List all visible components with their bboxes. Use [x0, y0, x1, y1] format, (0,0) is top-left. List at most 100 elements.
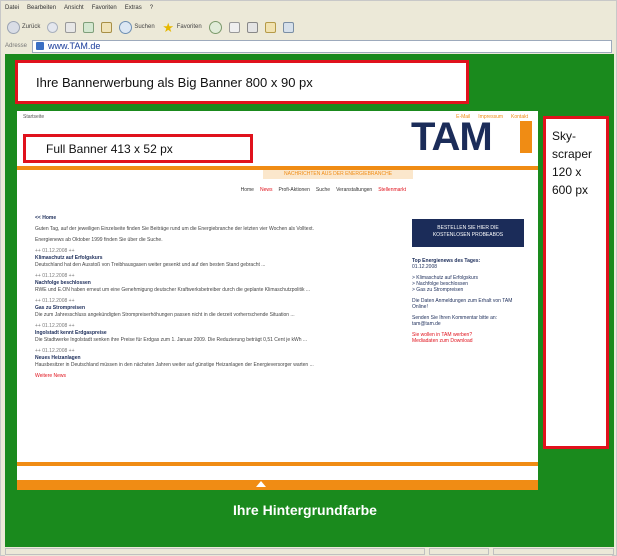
- site-nav: Home News Profi-Aktionen Suche Veranstal…: [17, 187, 538, 195]
- printer-icon: [246, 21, 258, 33]
- news-text: Die zum Jahresschluss angekündigten Stro…: [35, 312, 295, 318]
- news-date: ++ 01.12.2008 ++: [35, 298, 75, 304]
- favorites-label: Favoriten: [176, 24, 202, 30]
- page-footer-bar: [17, 462, 538, 466]
- big-banner-text: Ihre Bannerwerbung als Big Banner 800 x …: [36, 74, 313, 90]
- menu-extras[interactable]: Extras: [125, 5, 142, 11]
- discuss-icon: [282, 21, 294, 33]
- nav-suche[interactable]: Suche: [316, 187, 330, 195]
- advertise-cta[interactable]: Sie wollen in TAM werben? Mediadaten zum…: [412, 332, 527, 344]
- address-url: www.TAM.de: [48, 41, 101, 51]
- nav-home[interactable]: Home: [241, 187, 254, 195]
- back-home-link[interactable]: << Home: [35, 215, 397, 222]
- news-title[interactable]: Gas zu Strompreisen: [35, 305, 397, 312]
- back-button[interactable]: Zurück: [5, 18, 42, 36]
- menu-ansicht[interactable]: Ansicht: [64, 5, 84, 11]
- news-item[interactable]: ++ 01.12.2008 ++ Klimaschutz auf Erfolgs…: [35, 248, 397, 269]
- page-viewport: Ihre Bannerwerbung als Big Banner 800 x …: [5, 54, 614, 547]
- arrow-up-icon: [256, 481, 266, 487]
- intro-text: Guten Tag, auf der jeweiligen Einzelseit…: [35, 226, 314, 232]
- menu-favoriten[interactable]: Favoriten: [92, 5, 117, 11]
- favorites-star-icon: ★: [162, 19, 175, 35]
- news-item[interactable]: ++ 01.12.2008 ++ Neues Heizanlagen Hausb…: [35, 348, 397, 369]
- folder-icon: [264, 21, 276, 33]
- address-input[interactable]: www.TAM.de: [32, 39, 612, 53]
- tam-website: Startseite E-Mail Impressum Kontakt Full…: [17, 111, 538, 480]
- skyscraper-line-2: scraper: [552, 147, 593, 161]
- favorites-button[interactable]: ★ Favoriten: [160, 18, 204, 36]
- mail-button[interactable]: [227, 18, 242, 36]
- tam-logo[interactable]: TAM: [405, 115, 532, 163]
- status-zone: [429, 548, 489, 555]
- full-banner-text: Full Banner 413 x 52 px: [46, 141, 173, 156]
- site-top-link[interactable]: Startseite: [23, 114, 44, 120]
- nav-profi[interactable]: Profi-Aktionen: [278, 187, 309, 195]
- stop-icon: [65, 21, 77, 33]
- site-header: Startseite E-Mail Impressum Kontakt Full…: [17, 111, 538, 174]
- nav-stellenmarkt[interactable]: Stellenmarkt: [378, 187, 406, 195]
- full-banner[interactable]: Full Banner 413 x 52 px: [23, 134, 253, 163]
- search-button[interactable]: Suchen: [117, 18, 156, 36]
- background-color-label: Ihre Hintergrundfarbe: [233, 502, 377, 518]
- nav-news[interactable]: News: [260, 187, 273, 195]
- logo-accent: [520, 121, 532, 153]
- big-banner[interactable]: Ihre Bannerwerbung als Big Banner 800 x …: [15, 60, 469, 104]
- discuss-button[interactable]: [281, 18, 296, 36]
- history-button[interactable]: [207, 18, 224, 36]
- news-title[interactable]: Ingolstadt kennt Erdgaspreise: [35, 330, 397, 337]
- top-news-item[interactable]: > Gas zu Strompreisen: [412, 287, 527, 293]
- archive-text: Energienews ab Oktober 1999 finden Sie ü…: [35, 237, 163, 243]
- stop-button[interactable]: [63, 18, 78, 36]
- probeabo-line-2: KOSTENLOSEN PROBEABOS: [432, 232, 504, 238]
- news-item[interactable]: ++ 01.12.2008 ++ Nachfolge beschlossen R…: [35, 273, 397, 294]
- back-label: Zurück: [22, 24, 41, 30]
- probeabo-line-1: BESTELLEN SIE HIER DIE: [437, 225, 499, 231]
- address-label: Adresse: [5, 43, 28, 49]
- toolbar: Zurück Suchen ★ Favoriten: [5, 15, 612, 39]
- page-bottom-bar: [17, 480, 538, 490]
- news-date: ++ 01.12.2008 ++: [35, 323, 75, 329]
- news-item[interactable]: ++ 01.12.2008 ++ Ingolstadt kennt Erdgas…: [35, 323, 397, 344]
- top-news-date: 01.12.2008: [412, 264, 438, 270]
- sidebar-note-1: Die Daten Anmeldungen zum Erhalt von TAM…: [412, 298, 513, 310]
- history-icon: [208, 20, 222, 34]
- menu-bearbeiten[interactable]: Bearbeiten: [27, 5, 56, 11]
- news-text: Deutschland hat den Ausstoß von Treibhau…: [35, 262, 266, 268]
- print-button[interactable]: [245, 18, 260, 36]
- more-news-link[interactable]: Weitere News: [35, 373, 397, 380]
- sidebar: Top Energienews des Tages: 01.12.2008 > …: [412, 258, 527, 349]
- forward-button[interactable]: [45, 18, 60, 36]
- skyscraper-line-1: Sky-: [552, 129, 576, 143]
- news-title[interactable]: Neues Heizanlagen: [35, 355, 397, 362]
- news-item[interactable]: ++ 01.12.2008 ++ Gas zu Strompreisen Die…: [35, 298, 397, 319]
- home-icon: [101, 21, 113, 33]
- news-content: << Home Guten Tag, auf der jeweiligen Ei…: [35, 215, 397, 384]
- tam-logo-text: TAM: [411, 115, 493, 159]
- nav-veranstaltungen[interactable]: Veranstaltungen: [336, 187, 372, 195]
- skyscraper-banner[interactable]: Sky- scraper 120 x 600 px: [543, 116, 609, 449]
- search-icon: [119, 20, 133, 34]
- news-date: ++ 01.12.2008 ++: [35, 248, 75, 254]
- forward-arrow-icon: [47, 21, 59, 33]
- news-title[interactable]: Nachfolge beschlossen: [35, 280, 397, 287]
- refresh-icon: [83, 21, 95, 33]
- back-arrow-icon: [7, 20, 20, 34]
- skyscraper-line-4: 600 px: [552, 183, 589, 197]
- probeabo-box[interactable]: BESTELLEN SIE HIER DIE KOSTENLOSEN PROBE…: [412, 219, 524, 247]
- top-news-title: Top Energienews des Tages: 01.12.2008: [412, 258, 527, 270]
- menu-datei[interactable]: Datei: [5, 5, 19, 11]
- news-text: Die Stadtwerke Ingolstadt senken ihre Pr…: [35, 337, 308, 343]
- status-security: [493, 548, 614, 555]
- menu-bar: Datei Bearbeiten Ansicht Favoriten Extra…: [5, 2, 612, 14]
- edit-button[interactable]: [263, 18, 278, 36]
- menu-help[interactable]: ?: [150, 5, 153, 11]
- address-bar: Adresse www.TAM.de: [5, 39, 612, 53]
- news-title[interactable]: Klimaschutz auf Erfolgskurs: [35, 255, 397, 262]
- refresh-button[interactable]: [81, 18, 96, 36]
- page-icon: [36, 42, 45, 50]
- news-text: Hausbesitzer in Deutschland müssen in de…: [35, 362, 314, 368]
- status-text-area: [5, 548, 425, 555]
- news-text: RWE und E.ON haben erneut um eine Genehm…: [35, 287, 311, 293]
- home-button[interactable]: [99, 18, 114, 36]
- skyscraper-line-3: 120 x: [552, 165, 582, 179]
